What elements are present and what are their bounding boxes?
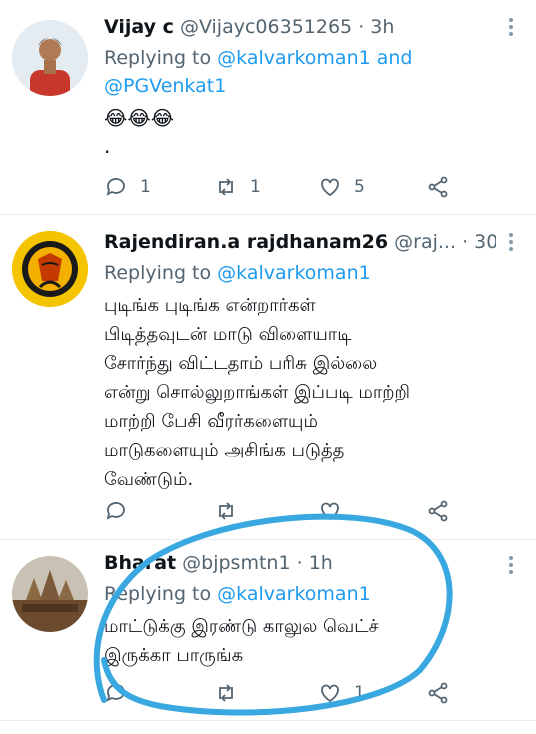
tweet-text: மாட்டுக்கு இரண்டு காலுல வெட்ச் இருக்கா ப… [104,616,379,666]
tweet-actions: 1 1 5 [104,172,464,202]
replying-to: Replying to @kalvarkoman1 and @PGVenkat1 [104,47,413,97]
mention-link[interactable]: @kalvarkoman1 [217,262,371,284]
avatar[interactable] [12,231,88,307]
tweet-3[interactable]: Bharat @bjpsmtn1 · 1h Replying to @kalva… [0,540,536,721]
like-icon [321,684,339,703]
like-icon [321,178,339,197]
timestamp[interactable]: 3h [370,16,394,38]
avatar[interactable] [12,20,88,96]
share-icon [428,682,448,704]
handle[interactable]: @raj... [394,231,456,253]
retweet-count: 1 [250,177,261,197]
retweet-icon [219,684,233,702]
reply-button[interactable] [104,678,128,708]
reply-icon [106,502,125,520]
mention-link[interactable]: @PGVenkat1 [104,75,226,97]
share-icon [428,500,448,522]
share-button[interactable] [426,678,450,708]
like-count: 1 [354,683,365,703]
replying-to: Replying to @kalvarkoman1 [104,262,371,284]
like-count: 5 [354,177,365,197]
retweet-button[interactable] [214,678,238,708]
tweet-actions [104,496,464,526]
like-button[interactable]: 1 [318,678,365,708]
like-icon [321,502,339,521]
like-button[interactable]: 5 [318,172,365,202]
tweet-actions: 1 [104,678,464,708]
share-button[interactable] [426,172,450,202]
display-name[interactable]: Rajendiran.a rajdhanam26 [104,231,388,253]
avatar[interactable] [12,556,88,632]
tweet-2[interactable]: Rajendiran.a rajdhanam26 @raj... · 30m R… [0,215,536,540]
retweet-button[interactable] [214,496,238,526]
more-icon[interactable] [508,18,514,39]
mention-link[interactable]: @kalvarkoman1 [217,47,371,69]
share-button[interactable] [426,496,450,526]
reply-icon [106,684,125,702]
tweet-text: புடிங்க புடிங்க என்றார்கள் பிடித்தவுடன் … [104,295,411,490]
tweet-text: 😂😂😂 . [104,106,175,158]
reply-count: 1 [140,177,151,197]
display-name[interactable]: Bharat [104,552,176,574]
handle[interactable]: @Vijayc06351265 [180,16,352,38]
timestamp[interactable]: 1h [309,552,333,574]
tweet-1[interactable]: Vijay c @Vijayc06351265 · 3h Replying to… [0,0,536,215]
retweet-button[interactable]: 1 [214,172,261,202]
replying-to: Replying to @kalvarkoman1 [104,583,371,605]
retweet-icon [219,178,233,196]
reply-button[interactable]: 1 [104,172,151,202]
reply-button[interactable] [104,496,128,526]
more-icon[interactable] [508,556,514,577]
timestamp[interactable]: 30m [474,231,496,253]
retweet-icon [219,502,233,520]
handle[interactable]: @bjpsmtn1 [182,552,290,574]
mention-link[interactable]: @kalvarkoman1 [217,583,371,605]
more-icon[interactable] [508,233,514,254]
share-icon [428,176,448,198]
display-name[interactable]: Vijay c [104,16,174,38]
like-button[interactable] [318,496,342,526]
reply-icon [106,178,125,196]
